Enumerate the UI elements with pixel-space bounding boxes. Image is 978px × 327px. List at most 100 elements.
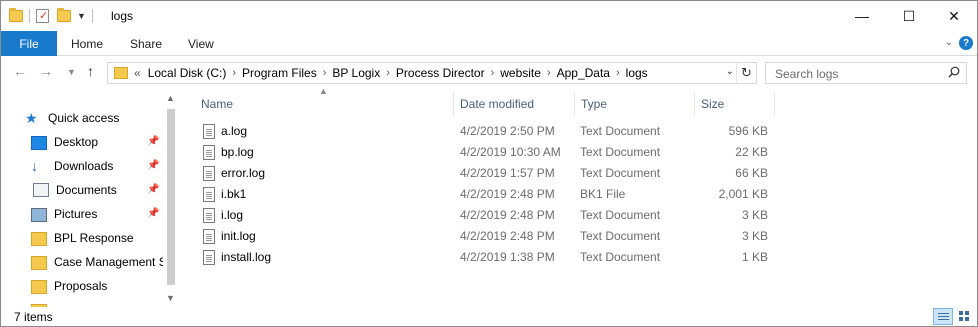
recent-locations-icon[interactable]: ▼ — [67, 67, 76, 77]
text-file-icon — [203, 145, 215, 160]
chevron-right-icon[interactable]: › — [616, 67, 620, 79]
column-divider[interactable] — [574, 92, 575, 116]
address-bar[interactable]: « Local Disk (C:) › Program Files › BP L… — [107, 62, 757, 84]
file-row[interactable]: init.log 4/2/2019 2:48 PM Text Document … — [193, 226, 779, 247]
breadcrumb-item[interactable]: Process Director — [396, 66, 485, 80]
column-divider[interactable] — [774, 92, 775, 116]
folder-icon — [31, 255, 47, 270]
details-view-icon — [938, 313, 949, 314]
file-row[interactable]: error.log 4/2/2019 1:57 PM Text Document… — [193, 163, 779, 184]
column-header-type[interactable]: Type — [581, 92, 607, 116]
nav-item-bpl-response[interactable]: BPL Response — [31, 227, 163, 249]
nav-pane-scrollbar[interactable]: ▲ ▼ — [163, 91, 179, 307]
pin-icon[interactable]: 📌 — [147, 160, 159, 171]
file-name: bp.log — [221, 145, 254, 159]
file-date: 4/2/2019 1:57 PM — [460, 166, 555, 180]
column-divider[interactable] — [694, 92, 695, 116]
nav-item-documents[interactable]: Documents — [31, 179, 163, 201]
file-size: 2,001 KB — [718, 187, 768, 201]
column-header-name[interactable]: Name — [201, 92, 233, 116]
search-placeholder[interactable]: Search logs — [775, 67, 838, 81]
breadcrumb-item[interactable]: website — [500, 66, 541, 80]
nav-item-label: BPL Response — [54, 231, 134, 245]
minimize-button[interactable]: — — [839, 1, 885, 31]
properties-icon[interactable]: ✓ — [36, 9, 49, 23]
search-icon[interactable] — [948, 66, 960, 78]
scroll-down-icon[interactable]: ▼ — [166, 293, 175, 303]
chevron-right-icon[interactable]: › — [323, 67, 327, 79]
chevron-right-icon[interactable]: › — [547, 67, 551, 79]
details-view-button[interactable] — [933, 308, 953, 325]
customize-toolbar-icon[interactable]: ▼ — [77, 11, 86, 21]
file-row[interactable]: i.log 4/2/2019 2:48 PM Text Document 3 K… — [193, 205, 779, 226]
nav-item-pictures[interactable]: Pictures — [31, 203, 163, 225]
new-folder-icon[interactable] — [57, 8, 71, 22]
item-count: 7 items — [14, 310, 53, 324]
file-row[interactable]: bp.log 4/2/2019 10:30 AM Text Document 2… — [193, 142, 779, 163]
documents-icon — [33, 183, 49, 197]
file-row[interactable]: a.log 4/2/2019 2:50 PM Text Document 596… — [193, 121, 779, 142]
column-divider[interactable] — [453, 92, 454, 116]
refresh-icon[interactable]: ↻ — [736, 63, 756, 83]
breadcrumb-item[interactable]: BP Logix — [332, 66, 380, 80]
nav-item-desktop[interactable]: Desktop — [31, 131, 163, 153]
large-icons-view-button[interactable] — [955, 308, 975, 325]
chevron-right-icon[interactable]: › — [491, 67, 495, 79]
pin-icon[interactable]: 📌 — [147, 136, 159, 147]
file-icon — [203, 187, 215, 202]
help-icon[interactable]: ? — [959, 36, 973, 50]
file-type: Text Document — [580, 250, 661, 264]
scroll-up-icon[interactable]: ▲ — [166, 93, 175, 103]
file-type: Text Document — [580, 145, 661, 159]
text-file-icon — [203, 124, 215, 139]
breadcrumb-item[interactable]: Local Disk (C:) — [148, 66, 227, 80]
file-type: BK1 File — [580, 187, 626, 201]
nav-item-case-management[interactable]: Case Management S — [31, 251, 163, 273]
file-size: 3 KB — [741, 208, 768, 222]
file-row[interactable]: i.bk1 4/2/2019 2:48 PM BK1 File 2,001 KB — [193, 184, 779, 205]
column-header-date[interactable]: Date modified — [460, 92, 534, 116]
search-box[interactable]: Search logs — [765, 62, 967, 84]
up-arrow-icon[interactable]: ↑ — [87, 63, 94, 79]
navigation-row: ← → ▼ ↑ « Local Disk (C:) › Program File… — [1, 57, 977, 89]
chevron-right-icon[interactable]: › — [232, 67, 236, 79]
tab-file[interactable]: File — [1, 31, 57, 56]
explorer-window: ✓ ▼ logs — ☐ ✕ File Home Share View ⌄ ? … — [0, 0, 978, 327]
file-type: Text Document — [580, 166, 661, 180]
nav-item-quick-access[interactable]: ★ Quick access — [25, 107, 157, 129]
breadcrumb-overflow[interactable]: « — [134, 66, 141, 80]
pin-icon[interactable]: 📌 — [147, 208, 159, 219]
file-name: a.log — [221, 124, 248, 138]
tab-share[interactable]: Share — [130, 31, 162, 56]
chevron-down-icon[interactable]: ⌄ — [945, 37, 953, 48]
large-icons-view-icon — [959, 311, 963, 315]
breadcrumb-item[interactable]: App_Data — [557, 66, 610, 80]
back-arrow-icon[interactable]: ← — [13, 63, 27, 79]
tab-home[interactable]: Home — [71, 31, 103, 56]
forward-arrow-icon[interactable]: → — [39, 63, 53, 79]
folder-icon — [9, 8, 23, 22]
breadcrumb-item[interactable]: logs — [626, 66, 648, 80]
ribbon: File Home Share View ⌄ ? — [1, 31, 977, 56]
file-size: 66 KB — [735, 166, 768, 180]
file-type: Text Document — [580, 208, 661, 222]
nav-item-partial[interactable] — [31, 299, 163, 307]
nav-item-proposals[interactable]: Proposals — [31, 275, 163, 297]
nav-item-label: Case Management S — [54, 255, 163, 269]
window-title: logs — [111, 9, 134, 23]
file-row[interactable]: install.log 4/2/2019 1:38 PM Text Docume… — [193, 247, 779, 268]
chevron-right-icon[interactable]: › — [386, 67, 390, 79]
sort-ascending-icon: ▲ — [319, 86, 328, 96]
scrollbar-thumb[interactable] — [167, 109, 175, 285]
file-name: install.log — [221, 250, 272, 264]
pin-icon[interactable]: 📌 — [147, 184, 159, 195]
close-button[interactable]: ✕ — [931, 1, 977, 31]
breadcrumb-item[interactable]: Program Files — [242, 66, 317, 80]
column-header-size[interactable]: Size — [701, 92, 724, 116]
tab-view[interactable]: View — [188, 31, 214, 56]
file-list: ▲ Name Date modified Type Size a.log 4/2… — [179, 86, 977, 307]
nav-item-downloads[interactable]: ↓ Downloads — [31, 155, 163, 177]
text-file-icon — [203, 208, 215, 223]
maximize-button[interactable]: ☐ — [886, 1, 932, 31]
address-dropdown-icon[interactable]: ⌄ — [726, 66, 734, 77]
